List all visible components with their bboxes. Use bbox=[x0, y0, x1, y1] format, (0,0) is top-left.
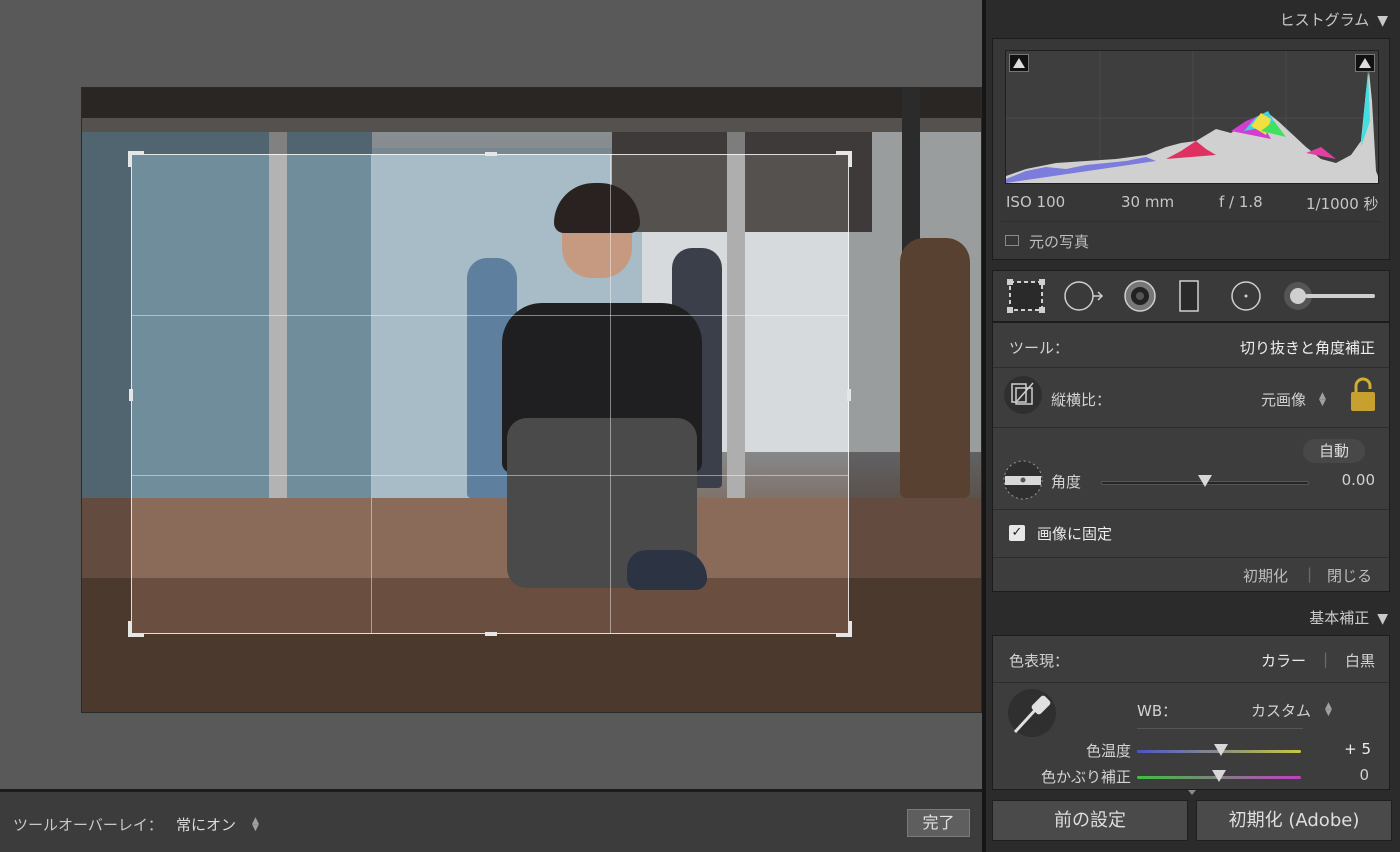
temp-slider[interactable] bbox=[1137, 744, 1301, 758]
straighten-level-icon[interactable] bbox=[1002, 459, 1044, 501]
separator bbox=[1137, 728, 1303, 729]
crop-frame[interactable] bbox=[128, 151, 852, 637]
crop-grid-line bbox=[132, 475, 848, 476]
treatment-label: 色表現： bbox=[1009, 652, 1070, 670]
tint-value[interactable]: 0 bbox=[1359, 766, 1369, 784]
basic-header-label: 基本補正 bbox=[1309, 609, 1370, 627]
exif-aperture: f / 1.8 bbox=[1219, 193, 1263, 211]
separator bbox=[993, 557, 1389, 558]
aspect-label: 縦横比： bbox=[1051, 391, 1112, 409]
separator: | bbox=[1323, 650, 1329, 668]
shadow-clipping-button[interactable] bbox=[1009, 54, 1029, 72]
graduated-filter-icon[interactable] bbox=[1177, 279, 1201, 313]
aspect-select[interactable]: 元画像 bbox=[1261, 389, 1306, 410]
updown-arrows-icon[interactable]: ▲ ▼ bbox=[252, 817, 259, 833]
angle-slider[interactable] bbox=[1101, 475, 1309, 489]
crop-grid-line bbox=[371, 155, 372, 633]
wb-label: WB： bbox=[1137, 702, 1178, 720]
temp-slider-thumb[interactable] bbox=[1213, 744, 1228, 756]
crop-handle-bottom-left[interactable] bbox=[128, 621, 144, 637]
close-button[interactable]: 閉じる bbox=[1327, 565, 1372, 586]
crop-handle-bottom[interactable] bbox=[485, 632, 497, 636]
scroll-down-icon[interactable] bbox=[1188, 790, 1196, 795]
toolbar: ツールオーバーレイ： 常にオン ▲ ▼ 完了 bbox=[0, 789, 982, 852]
photo-ceiling bbox=[82, 88, 981, 122]
aspect-ratio-icon[interactable] bbox=[1003, 375, 1043, 415]
temp-label: 色温度 bbox=[1085, 742, 1131, 760]
collapse-triangle-icon[interactable]: ▼ bbox=[1377, 13, 1388, 29]
red-eye-icon[interactable] bbox=[1123, 279, 1157, 313]
lock-icon[interactable] bbox=[1349, 377, 1377, 413]
tint-slider-thumb[interactable] bbox=[1212, 770, 1226, 782]
wb-select[interactable]: カスタム bbox=[1251, 700, 1311, 721]
adjustment-brush-icon[interactable] bbox=[1281, 279, 1377, 313]
photo-preview[interactable] bbox=[81, 87, 982, 713]
warning-triangle-icon bbox=[1359, 58, 1371, 68]
tool-value: 切り抜きと角度補正 bbox=[1239, 339, 1375, 357]
separator: | bbox=[1307, 565, 1313, 583]
histogram-header-label: ヒストグラム bbox=[1279, 11, 1370, 29]
reset-button[interactable]: 初期化 bbox=[1243, 565, 1288, 586]
photo-canvas[interactable] bbox=[0, 0, 982, 789]
separator bbox=[993, 509, 1389, 510]
histogram-chart bbox=[1006, 51, 1378, 183]
angle-slider-thumb[interactable] bbox=[1198, 475, 1212, 487]
crop-handle-top-right[interactable] bbox=[836, 151, 852, 167]
exif-iso: ISO 100 bbox=[1006, 193, 1066, 211]
lock-to-image-checkbox[interactable]: ✓ bbox=[1009, 525, 1025, 541]
separator bbox=[993, 682, 1389, 683]
warning-triangle-icon bbox=[1013, 58, 1025, 68]
reset-adobe-button[interactable]: 初期化 (Adobe) bbox=[1196, 800, 1392, 841]
separator bbox=[1001, 221, 1381, 222]
crop-grid-line bbox=[610, 155, 611, 633]
exif-focal-length: 30 mm bbox=[1121, 193, 1175, 211]
eyedropper-icon[interactable] bbox=[1007, 688, 1057, 738]
photo-person-standing-3 bbox=[900, 238, 970, 498]
basic-header[interactable]: 基本補正 ▼ bbox=[1309, 607, 1388, 628]
crop-handle-top[interactable] bbox=[485, 152, 497, 156]
crop-grid-line bbox=[132, 315, 848, 316]
separator bbox=[993, 427, 1389, 428]
treatment-bw-button[interactable]: 白黒 bbox=[1345, 650, 1375, 671]
updown-arrows-icon[interactable]: ▲ ▼ bbox=[1319, 392, 1326, 408]
auto-button[interactable]: 自動 bbox=[1303, 439, 1365, 463]
crop-handle-top-left[interactable] bbox=[128, 151, 144, 167]
done-button[interactable]: 完了 bbox=[907, 809, 970, 837]
angle-value[interactable]: 0.00 bbox=[1342, 471, 1375, 489]
right-panel: ヒストグラム ▼ ISO 100 30 mm f / 1.8 1/1000 秒 … bbox=[986, 0, 1400, 852]
collapse-triangle-icon[interactable]: ▼ bbox=[1377, 611, 1388, 627]
exif-shutter: 1/1000 秒 bbox=[1306, 195, 1379, 213]
lock-to-image-label: 画像に固定 bbox=[1037, 525, 1113, 543]
updown-arrows-icon[interactable]: ▲ ▼ bbox=[1325, 702, 1332, 718]
tool-overlay-label: ツールオーバーレイ： bbox=[13, 816, 163, 834]
radial-filter-icon[interactable] bbox=[1229, 279, 1263, 313]
histogram-graph[interactable] bbox=[1005, 50, 1379, 184]
photo-beam bbox=[82, 118, 981, 132]
previous-settings-button[interactable]: 前の設定 bbox=[992, 800, 1188, 841]
treatment-color-button[interactable]: カラー bbox=[1261, 650, 1306, 671]
original-photo-label: 元の写真 bbox=[1029, 233, 1090, 251]
temp-value[interactable]: + 5 bbox=[1344, 740, 1371, 758]
original-photo-checkbox[interactable] bbox=[1005, 235, 1019, 246]
crop-panel: ツール： 切り抜きと角度補正 縦横比： 元画像 ▲ ▼ 自動 角度 0.00 ✓… bbox=[992, 322, 1390, 592]
crop-handle-left[interactable] bbox=[129, 389, 133, 401]
angle-label: 角度 bbox=[1051, 473, 1082, 491]
crop-handle-right[interactable] bbox=[847, 389, 851, 401]
crop-overlay-icon[interactable] bbox=[1007, 279, 1045, 313]
histogram-header[interactable]: ヒストグラム ▼ bbox=[1280, 9, 1388, 30]
tool-overlay-select[interactable]: 常にオン bbox=[176, 814, 236, 835]
tint-label: 色かぶり補正 bbox=[1040, 768, 1131, 786]
highlight-clipping-button[interactable] bbox=[1355, 54, 1375, 72]
basic-panel: 色表現： カラー | 白黒 WB： カスタム ▲ ▼ 色温度 + 5 色かぶり補正… bbox=[992, 635, 1390, 790]
crop-handle-bottom-right[interactable] bbox=[836, 621, 852, 637]
tool-label: ツール： bbox=[1009, 339, 1070, 357]
spot-removal-icon[interactable] bbox=[1063, 279, 1105, 313]
tint-slider[interactable] bbox=[1137, 770, 1301, 784]
separator bbox=[993, 367, 1389, 368]
tool-strip bbox=[992, 270, 1390, 322]
histogram-panel: ISO 100 30 mm f / 1.8 1/1000 秒 元の写真 bbox=[992, 38, 1390, 260]
